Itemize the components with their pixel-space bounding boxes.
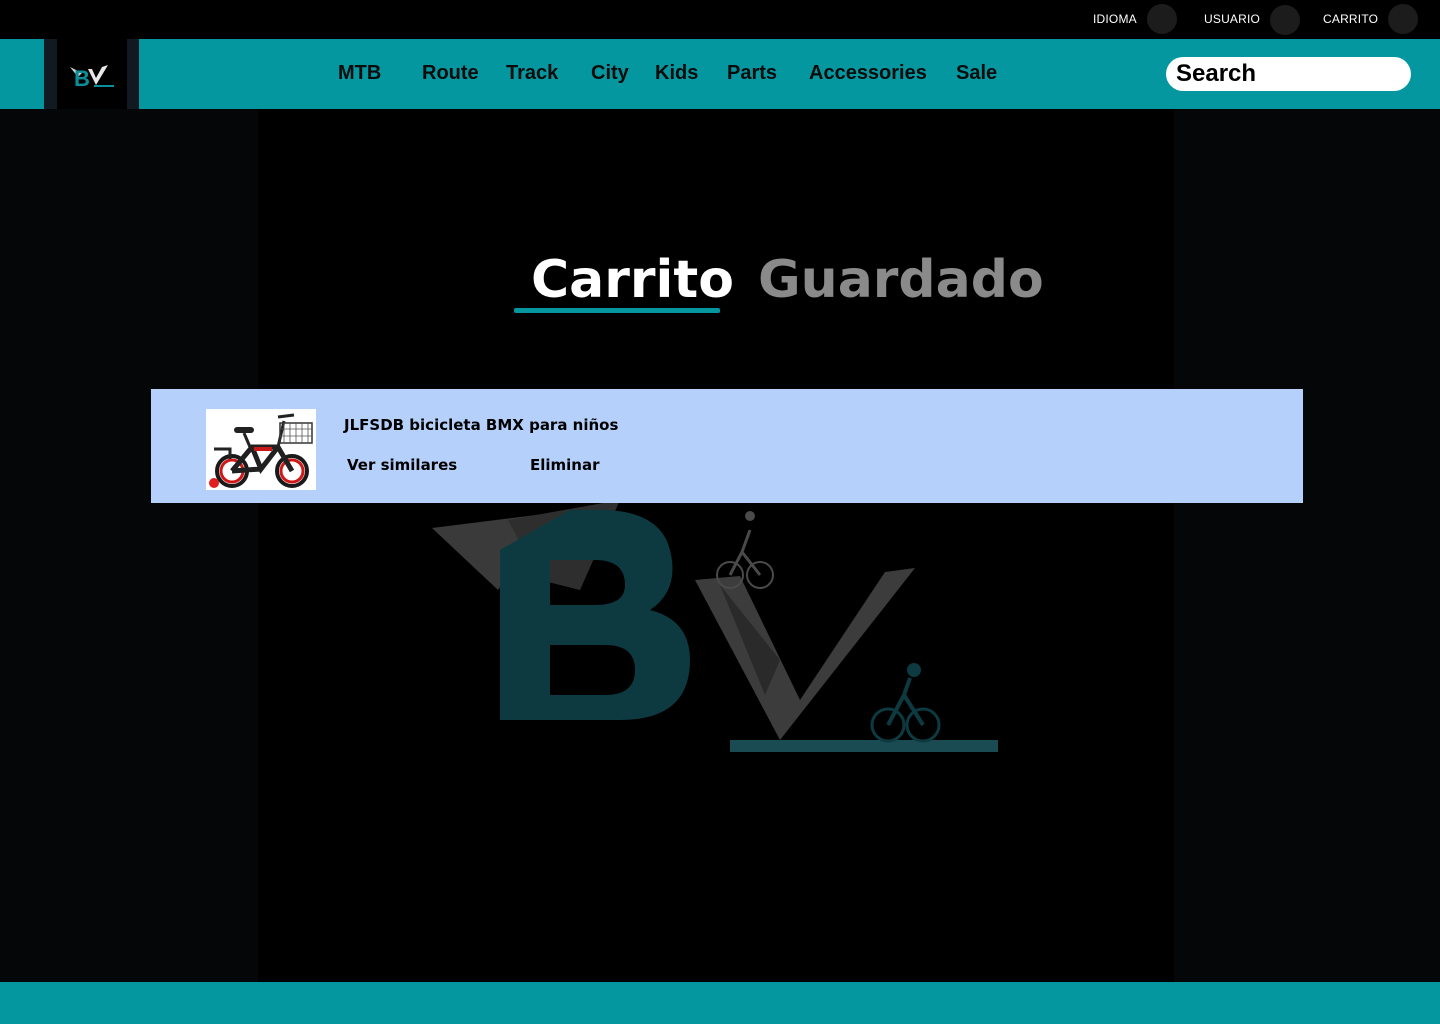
language-selector[interactable]: IDIOMA xyxy=(1093,4,1177,34)
nav-parts[interactable]: Parts xyxy=(727,62,777,85)
nav-accessories[interactable]: Accessories xyxy=(809,62,927,85)
user-menu[interactable]: USUARIO xyxy=(1204,3,1301,35)
utility-bar: IDIOMA USUARIO CARRITO xyxy=(0,0,1440,39)
remove-button[interactable]: Eliminar xyxy=(530,456,600,474)
language-icon[interactable] xyxy=(1146,4,1177,34)
user-label: USUARIO xyxy=(1204,12,1261,26)
nav-route[interactable]: Route xyxy=(422,62,479,85)
search-input[interactable] xyxy=(1166,57,1411,91)
nav-city[interactable]: City xyxy=(591,62,629,85)
product-name[interactable]: JLFSDB bicicleta BMX para niños xyxy=(344,416,618,434)
nav-kids[interactable]: Kids xyxy=(655,62,698,85)
tab-saved[interactable]: Guardado xyxy=(758,250,1044,310)
svg-text:B: B xyxy=(74,66,90,91)
tab-cart[interactable]: Carrito xyxy=(531,250,734,310)
footer xyxy=(0,982,1440,1024)
cart-item: JLFSDB bicicleta BMX para niños Ver simi… xyxy=(151,389,1303,503)
main-nav: B MTB Route Track City Kids Parts Access… xyxy=(0,39,1440,109)
cart-menu[interactable]: CARRITO xyxy=(1323,4,1419,34)
active-tab-indicator xyxy=(514,308,720,313)
cart-tabs: Carrito Guardado xyxy=(0,250,1440,320)
nav-track[interactable]: Track xyxy=(506,62,558,85)
nav-mtb[interactable]: MTB xyxy=(338,62,381,85)
language-label: IDIOMA xyxy=(1093,12,1137,26)
logo[interactable]: B xyxy=(44,39,139,109)
nav-sale[interactable]: Sale xyxy=(956,62,997,85)
product-image[interactable] xyxy=(206,409,316,490)
user-icon[interactable] xyxy=(1270,5,1301,35)
cart-icon[interactable] xyxy=(1388,4,1419,34)
cart-label: CARRITO xyxy=(1323,12,1379,26)
see-similar-button[interactable]: Ver similares xyxy=(347,456,457,474)
kids-bike-image xyxy=(206,409,316,490)
watermark-logo-icon xyxy=(432,500,998,752)
bv-logo-icon: B xyxy=(70,65,114,91)
